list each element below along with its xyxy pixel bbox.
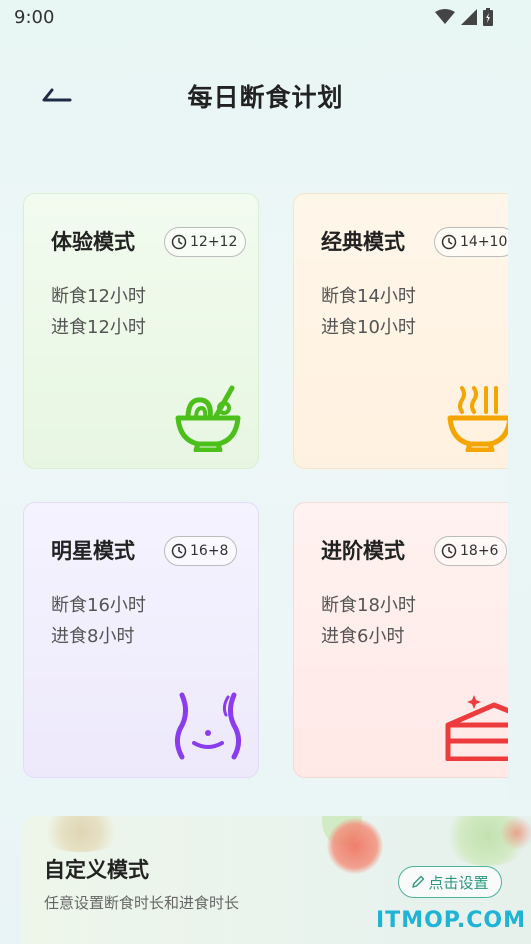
plan-fast-hours: 断食14小时	[321, 286, 416, 307]
click-to-set-label: 点击设置	[428, 873, 489, 892]
scroll-edge	[508, 180, 531, 800]
signal-icon	[461, 9, 477, 25]
clock-icon	[171, 234, 187, 250]
decoration	[36, 816, 126, 852]
clock-icon	[441, 234, 457, 250]
cake-icon	[445, 695, 516, 761]
clock-icon	[171, 543, 187, 559]
salad-bowl-icon	[175, 385, 241, 452]
plan-eat-hours: 进食12小时	[51, 317, 146, 338]
decoration	[500, 816, 531, 850]
status-icons	[435, 8, 493, 26]
plan-badge-text: 16+8	[190, 543, 229, 559]
plan-card-star[interactable]: 明星模式 16+8 断食16小时 进食8小时	[23, 502, 259, 778]
plan-badge: 14+10	[434, 227, 517, 257]
battery-icon	[483, 8, 493, 26]
custom-mode-subtitle: 任意设置断食时长和进食时长	[44, 894, 240, 912]
watermark: ITMOP.COM	[376, 908, 526, 933]
plan-title: 经典模式	[321, 230, 405, 254]
plan-fast-hours: 断食12小时	[51, 286, 146, 307]
wifi-icon	[435, 9, 455, 24]
plan-fast-hours: 断食18小时	[321, 595, 416, 616]
plan-badge-text: 14+10	[460, 234, 508, 250]
waist-icon	[174, 692, 242, 760]
plan-card-trial[interactable]: 体验模式 12+12 断食12小时 进食12小时	[23, 193, 259, 469]
plan-badge-text: 12+12	[190, 234, 238, 250]
page-title: 每日断食计划	[187, 83, 344, 112]
plan-eat-hours: 进食8小时	[51, 626, 135, 647]
plan-badge: 12+12	[164, 227, 247, 257]
custom-mode-title: 自定义模式	[44, 858, 149, 882]
plan-badge: 16+8	[164, 536, 238, 566]
decoration	[327, 818, 383, 874]
plan-badge: 18+6	[434, 536, 508, 566]
plan-badge-text: 18+6	[460, 543, 499, 559]
status-bar: 9:00	[0, 0, 531, 36]
plan-card-advanced[interactable]: 进阶模式 18+6 断食18小时 进食6小时	[293, 502, 529, 778]
pencil-icon	[412, 875, 425, 888]
plan-eat-hours: 进食10小时	[321, 317, 416, 338]
plan-title: 明星模式	[51, 539, 135, 563]
plan-fast-hours: 断食16小时	[51, 595, 146, 616]
click-to-set-button[interactable]: 点击设置	[398, 866, 502, 898]
noodle-bowl-icon	[447, 386, 513, 452]
plan-title: 体验模式	[51, 230, 135, 254]
plan-eat-hours: 进食6小时	[321, 626, 405, 647]
status-time: 9:00	[14, 7, 55, 28]
plan-card-classic[interactable]: 经典模式 14+10 断食14小时 进食10小时	[293, 193, 529, 469]
clock-icon	[441, 543, 457, 559]
plan-title: 进阶模式	[321, 539, 405, 563]
